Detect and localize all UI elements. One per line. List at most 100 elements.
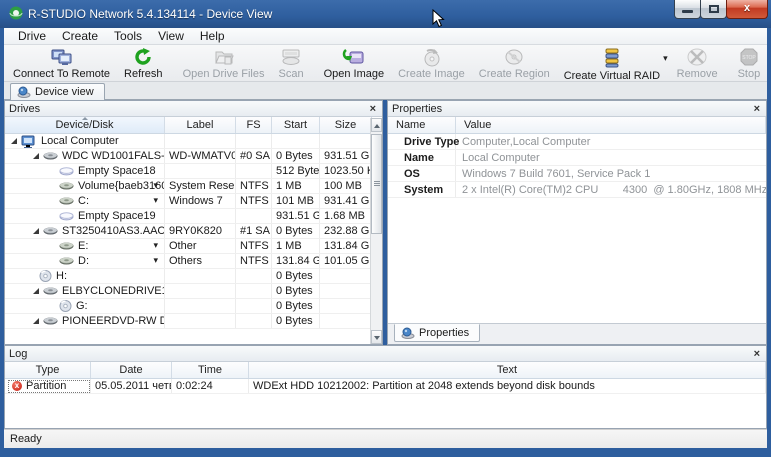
expander-icon[interactable] [33,228,39,234]
scroll-up-icon[interactable] [371,118,382,132]
partition-icon [59,257,74,266]
mouse-cursor [432,9,445,31]
create-region-icon [503,47,525,67]
tab-properties[interactable]: Properties [394,324,480,342]
tree-row-wdc-disk[interactable]: WDC WD1001FALS-00J... WD-WMATV0... #0 SA… [5,149,372,164]
title-bar[interactable]: R-STUDIO Network 5.4.134114 - Device Vie… [0,0,771,28]
connect-remote-icon [50,47,74,67]
menu-tools[interactable]: Tools [106,28,150,44]
create-virtual-raid-button[interactable]: Create Virtual RAID [557,45,667,81]
tab-properties-label: Properties [419,327,469,339]
toolbar-label: Create Image [398,68,465,80]
col-device-disk[interactable]: Device/Disk [5,117,165,133]
col-prop-value[interactable]: Value [456,117,766,133]
col-log-date[interactable]: Date [91,362,172,378]
property-row-system[interactable]: System 2 x Intel(R) Core(TM)2 CPU 4300 @… [388,182,766,198]
minimize-icon [682,10,693,13]
log-type-cell[interactable]: x Partition [8,380,90,393]
expander-icon[interactable] [33,318,39,324]
drives-tree: Local Computer WDC WD1001FALS-00J... WD-… [5,134,372,329]
create-virtual-raid-icon [602,47,622,69]
col-label[interactable]: Label [165,117,236,133]
tree-row-volume-baeb3160[interactable]: Volume{baeb3160-.. ▾ System Reser... NTF… [5,179,372,194]
drives-scrollbar[interactable] [370,118,382,344]
menu-drive[interactable]: Drive [10,28,54,44]
log-close-icon[interactable]: × [752,348,762,360]
create-virtual-raid-dropdown[interactable]: ▾ [663,53,668,64]
tree-row-h-drive[interactable]: H: 0 Bytes [5,269,372,284]
scrollbar-thumb[interactable] [371,134,382,234]
tree-row-pioneer-dvd[interactable]: PIONEERDVD-RW DVR-... 0 Bytes [5,314,372,329]
menu-bar: Drive Create Tools View Help [4,28,767,45]
tree-row-st3250410-disk[interactable]: ST3250410AS3.AAC 9RY0K820 #1 SA... 0 Byt… [5,224,372,239]
properties-panel: Properties × Name Value Drive Type Compu… [387,100,767,345]
open-image-icon [342,47,366,67]
hdd-icon [43,317,58,326]
open-drive-files-button: Open Drive Files [176,45,272,81]
properties-table-header: Name Value [388,117,766,134]
toolbar-label: Refresh [124,68,163,80]
row-dropdown-icon[interactable]: ▾ [153,240,158,251]
expander-icon[interactable] [33,153,39,159]
create-image-icon [419,47,443,67]
remove-button: Remove [670,45,725,81]
toolbar-label: Open Drive Files [183,68,265,80]
log-table-header: Type Date Time Text [5,362,766,379]
row-dropdown-icon[interactable]: ▾ [153,255,158,266]
property-row-drive-type[interactable]: Drive Type Computer,Local Computer [388,134,766,150]
log-panel-header: Log × [5,346,766,362]
connect-to-remote-button[interactable]: Connect To Remote [6,45,117,81]
expander-icon[interactable] [33,288,39,294]
menu-view[interactable]: View [150,28,192,44]
row-dropdown-icon[interactable]: ▾ [153,195,158,206]
tree-row-d-drive[interactable]: D: ▾ Others NTFS 131.84 GB 101.05 GB [5,254,372,269]
tree-row-empty-space-19[interactable]: Empty Space19 931.51 GB 1.68 MB [5,209,372,224]
create-region-button: Create Region [472,45,557,81]
col-fs[interactable]: FS [236,117,272,133]
tree-row-local-computer[interactable]: Local Computer [5,134,372,149]
col-log-type[interactable]: Type [5,362,91,378]
status-bar: Ready [4,429,767,448]
menu-create[interactable]: Create [54,28,106,44]
open-image-button[interactable]: Open Image [317,45,392,81]
minimize-button[interactable] [674,0,701,19]
property-row-os[interactable]: OS Windows 7 Build 7601, Service Pack 1 [388,166,766,182]
refresh-icon [133,47,153,67]
remove-icon [686,47,708,67]
col-size[interactable]: Size [320,117,372,133]
app-logo-icon [8,5,24,24]
sort-asc-icon [82,117,88,120]
toolbar-label: Connect To Remote [13,68,110,80]
app-window: R-STUDIO Network 5.4.134114 - Device Vie… [0,0,771,457]
hdd-icon [43,287,58,296]
log-row-partition-error[interactable]: x Partition 05.05.2011 четв... 0:02:24 W… [5,379,766,394]
scan-icon [280,47,302,67]
partition-icon [59,182,74,191]
row-dropdown-icon[interactable]: ▾ [153,180,158,191]
col-log-time[interactable]: Time [172,362,249,378]
properties-close-icon[interactable]: × [752,103,762,115]
tree-row-empty-space-18[interactable]: Empty Space18 512 Bytes 1023.50 KB [5,164,372,179]
tab-device-view[interactable]: Device view [10,83,105,100]
scroll-down-icon[interactable] [371,330,382,344]
tree-row-elbyclonedrive[interactable]: ELBYCLONEDRIVE1.4 0 Bytes [5,284,372,299]
col-prop-name[interactable]: Name [388,117,456,133]
maximize-button[interactable] [700,0,727,19]
empty-space-icon [59,167,74,176]
close-button[interactable]: x [726,0,768,19]
menu-help[interactable]: Help [192,28,233,44]
svg-text:STOP: STOP [742,55,756,61]
col-log-text[interactable]: Text [249,362,766,378]
tree-row-e-drive[interactable]: E: ▾ Other NTFS 1 MB 131.84 GB [5,239,372,254]
properties-tab-icon [401,327,415,339]
drives-close-icon[interactable]: × [368,103,378,115]
error-icon: x [12,381,22,391]
tree-row-g-drive[interactable]: G: 0 Bytes [5,299,372,314]
tree-row-c-drive[interactable]: C: ▾ Windows 7 NTFS 101 MB 931.41 GB [5,194,372,209]
expander-icon[interactable] [11,138,17,144]
col-start[interactable]: Start [272,117,320,133]
drives-panel: Drives × Device/Disk Label FS Start Size… [4,100,383,345]
properties-rows: Drive Type Computer,Local Computer Name … [388,134,766,198]
refresh-button[interactable]: Refresh [117,45,170,81]
property-row-name[interactable]: Name Local Computer [388,150,766,166]
